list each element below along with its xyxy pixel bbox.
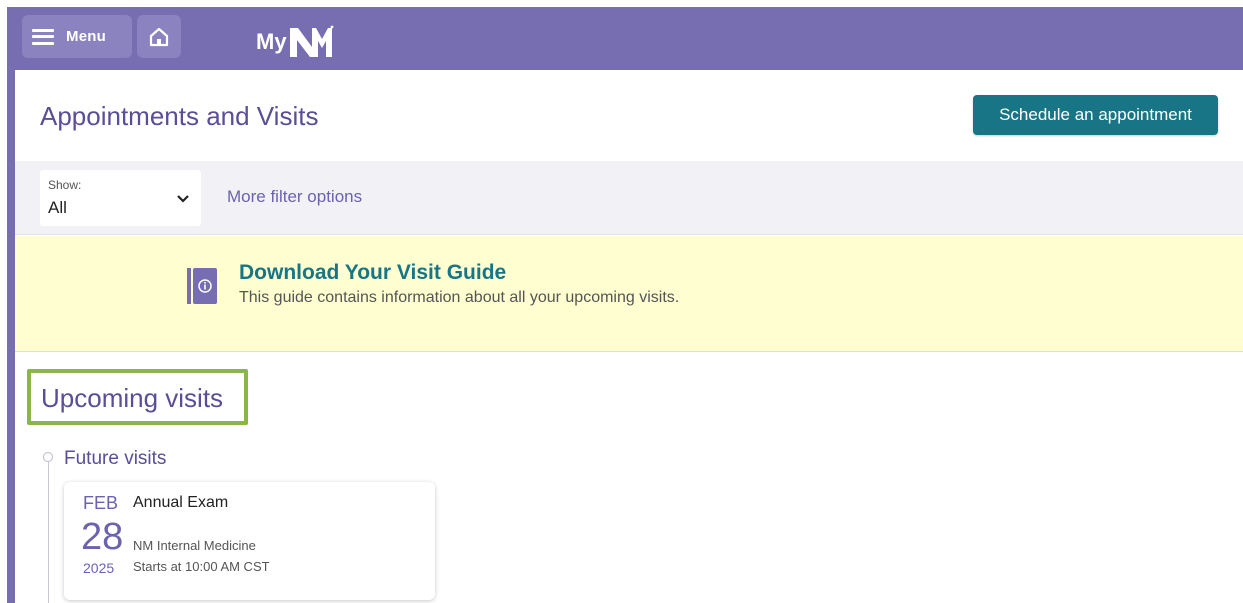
visit-guide-description: This guide contains information about al… bbox=[239, 289, 680, 306]
app-window: Menu My Appointments and Visits Schedule… bbox=[0, 0, 1243, 603]
timeline-line bbox=[48, 462, 49, 603]
visit-day: 28 bbox=[81, 516, 124, 558]
visit-year: 2025 bbox=[83, 560, 115, 576]
visit-month: FEB bbox=[83, 493, 119, 513]
page-header: Appointments and Visits Schedule an appo… bbox=[15, 70, 1243, 161]
page-left-margin bbox=[0, 0, 7, 603]
show-filter-value: All bbox=[48, 198, 67, 217]
logo-my-text: My bbox=[256, 29, 287, 54]
left-accent-bar bbox=[7, 70, 15, 603]
upcoming-visits-highlight: Upcoming visits bbox=[27, 369, 248, 425]
schedule-appointment-button[interactable]: Schedule an appointment bbox=[973, 95, 1218, 135]
menu-button[interactable]: Menu bbox=[22, 15, 132, 58]
visit-card[interactable]: FEB 28 2025 Annual Exam NM Internal Medi… bbox=[64, 482, 435, 600]
menu-label: Menu bbox=[66, 28, 106, 45]
visit-guide-banner: Download Your Visit Guide This guide con… bbox=[15, 236, 1243, 352]
chevron-down-icon bbox=[177, 195, 189, 203]
more-filter-options-link[interactable]: More filter options bbox=[227, 187, 362, 207]
home-icon bbox=[149, 27, 169, 46]
top-navigation-bar: Menu My bbox=[7, 7, 1243, 70]
page-title: Appointments and Visits bbox=[40, 101, 319, 131]
mynm-logo[interactable]: My bbox=[256, 19, 334, 59]
show-filter-select[interactable]: Show: All bbox=[40, 170, 201, 226]
show-filter-label: Show: bbox=[48, 178, 82, 192]
upcoming-visits-title: Upcoming visits bbox=[41, 383, 224, 413]
visit-type: Annual Exam bbox=[133, 494, 229, 511]
future-visits-heading: Future visits bbox=[64, 448, 167, 469]
download-visit-guide-link[interactable]: Download Your Visit Guide bbox=[239, 261, 506, 285]
visit-start-time: Starts at 10:00 AM CST bbox=[133, 559, 270, 574]
guide-book-icon bbox=[187, 268, 217, 304]
nm-logo-mark-icon bbox=[289, 25, 333, 57]
timeline-dot bbox=[43, 452, 53, 462]
hamburger-icon bbox=[32, 28, 54, 45]
filter-bar: Show: All More filter options bbox=[15, 161, 1243, 235]
home-button[interactable] bbox=[137, 15, 181, 58]
visit-department: NM Internal Medicine bbox=[133, 538, 256, 553]
